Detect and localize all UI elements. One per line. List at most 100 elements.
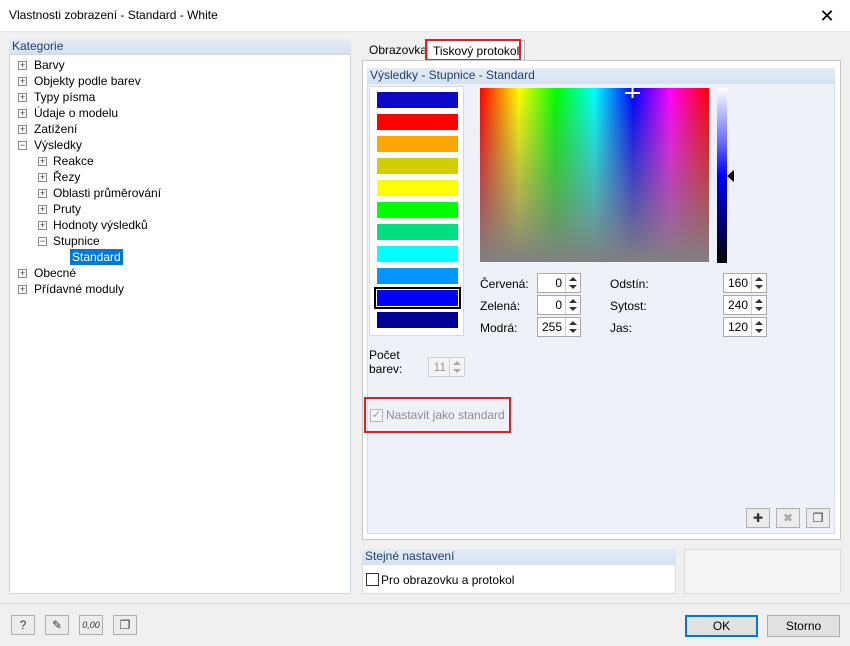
color-swatch[interactable] [377,158,458,174]
down-arrow-icon[interactable] [755,285,763,289]
units-icon[interactable]: 0,00 [79,615,103,635]
color-swatch[interactable] [377,136,458,152]
ok-button[interactable]: OK [685,615,758,637]
tree-label: Řezy [53,170,81,184]
tree-label-selected: Standard [70,249,123,265]
edit-icon[interactable]: ✎ [45,615,69,635]
down-arrow-icon[interactable] [755,307,763,311]
down-arrow-icon[interactable] [569,329,577,333]
expand-icon[interactable]: + [38,205,47,214]
expand-icon[interactable]: + [38,189,47,198]
red-value[interactable]: 0 [555,276,562,290]
down-arrow-icon[interactable] [755,329,763,333]
color-swatch-list[interactable] [369,86,464,336]
expand-icon[interactable]: + [18,93,27,102]
color-count-stepper[interactable]: 11 [428,357,465,377]
title-bar: Vlastnosti zobrazení - Standard - White … [0,0,850,32]
same-settings-checkbox[interactable] [366,573,379,586]
saturation-stepper[interactable]: 240 [723,295,767,315]
luminance-slider[interactable] [717,88,727,263]
color-swatch[interactable] [377,312,458,328]
tree-label: Obecné [34,266,77,280]
blue-label: Modrá: [480,321,518,335]
up-arrow-icon[interactable] [755,299,763,303]
expand-icon[interactable]: + [18,285,27,294]
footer-separator [0,603,850,604]
tree-label: Hodnoty výsledků [53,218,148,232]
same-settings-label: Pro obrazovku a protokol [381,573,515,587]
blue-stepper[interactable]: 255 [537,317,581,337]
green-value[interactable]: 0 [555,298,562,312]
stepper-buttons[interactable] [565,296,580,314]
red-stepper[interactable]: 0 [537,273,581,293]
color-count-value[interactable]: 11 [434,360,446,374]
color-spectrum-picker[interactable] [480,88,709,262]
window-title: Vlastnosti zobrazení - Standard - White [9,8,218,22]
luminance-value[interactable]: 120 [728,320,748,334]
up-arrow-icon[interactable] [755,277,763,281]
tree-label: Výsledky [34,138,83,152]
stepper-buttons[interactable] [449,358,464,376]
expand-icon[interactable]: + [38,173,47,182]
color-swatch[interactable] [377,246,458,262]
tree-label: Zatížení [34,122,78,136]
color-swatch[interactable] [374,287,461,309]
down-arrow-icon[interactable] [569,285,577,289]
stepper-buttons[interactable] [751,296,766,314]
close-icon[interactable]: ✕ [816,5,838,27]
collapse-icon[interactable]: − [38,237,47,246]
delete-icon[interactable]: ✖ [776,508,800,528]
expand-icon[interactable]: + [38,221,47,230]
tree-label: Pruty [53,202,82,216]
stepper-buttons[interactable] [751,274,766,292]
tree-label: Reakce [53,154,94,168]
copy-icon[interactable]: ❐ [806,508,830,528]
crosshair-icon [625,88,640,98]
expand-icon[interactable]: + [18,269,27,278]
color-swatch[interactable] [377,268,458,284]
color-swatch[interactable] [377,114,458,130]
hue-stepper[interactable]: 160 [723,273,767,293]
expand-icon[interactable]: + [18,125,27,134]
collapse-icon[interactable]: − [18,141,27,150]
color-swatch[interactable] [377,202,458,218]
expand-icon[interactable]: + [18,77,27,86]
up-arrow-icon[interactable] [569,277,577,281]
up-arrow-icon[interactable] [569,321,577,325]
green-stepper[interactable]: 0 [537,295,581,315]
tree-label: Barvy [34,58,65,72]
up-arrow-icon[interactable] [453,361,461,365]
color-swatch[interactable] [377,224,458,240]
luminance-label: Jas: [610,321,633,335]
set-default-checkbox[interactable]: ✓ [370,409,383,422]
tab-obrazovka[interactable]: Obrazovka [364,40,432,60]
color-swatch[interactable] [377,180,458,196]
hue-value[interactable]: 160 [728,276,748,290]
slider-arrow-icon[interactable] [727,170,734,182]
category-header: Kategorie [9,39,351,55]
expand-icon[interactable]: + [18,109,27,118]
up-arrow-icon[interactable] [755,321,763,325]
help-icon[interactable]: ? [11,615,35,635]
saturation-value[interactable]: 240 [728,298,748,312]
cancel-button[interactable]: Storno [767,615,840,637]
category-tree[interactable]: + Barvy + Objekty podle barev + Typy pís… [9,54,351,594]
copy-settings-icon[interactable]: ❐ [113,615,137,635]
hue-label: Odstín: [610,277,649,291]
up-arrow-icon[interactable] [569,299,577,303]
new-scale-icon[interactable]: ✚ [746,508,770,528]
results-group-header: Výsledky - Stupnice - Standard [367,68,835,84]
down-arrow-icon[interactable] [569,307,577,311]
expand-icon[interactable]: + [38,157,47,166]
blue-value[interactable]: 255 [542,320,562,334]
set-default-label: Nastavit jako standard [386,408,505,422]
stepper-buttons[interactable] [565,274,580,292]
stepper-buttons[interactable] [565,318,580,336]
color-swatch[interactable] [377,92,458,108]
empty-panel [684,549,841,594]
tree-label: Stupnice [53,234,100,248]
expand-icon[interactable]: + [18,61,27,70]
stepper-buttons[interactable] [751,318,766,336]
down-arrow-icon[interactable] [453,369,461,373]
luminance-stepper[interactable]: 120 [723,317,767,337]
